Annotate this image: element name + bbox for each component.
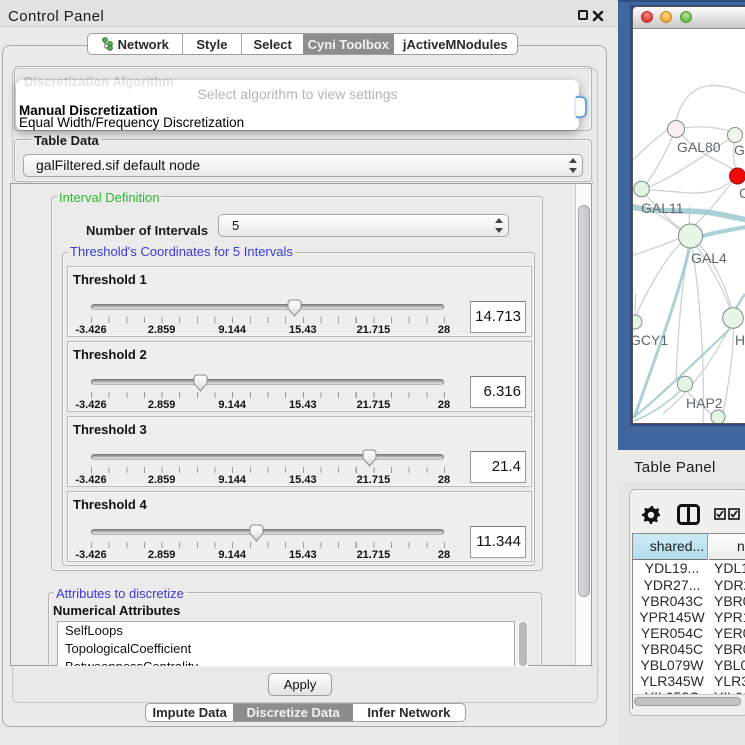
svg-text:GCY1: GCY1 — [633, 332, 668, 348]
svg-text:GAL4: GAL4 — [691, 250, 727, 266]
svg-text:G.: G. — [734, 142, 745, 158]
svg-text:GAL11: GAL11 — [641, 200, 684, 216]
svg-text:H: H — [735, 332, 745, 348]
svg-text:C: C — [739, 185, 745, 201]
svg-text:GAL80: GAL80 — [677, 139, 721, 155]
svg-text:HAP2: HAP2 — [686, 395, 723, 411]
